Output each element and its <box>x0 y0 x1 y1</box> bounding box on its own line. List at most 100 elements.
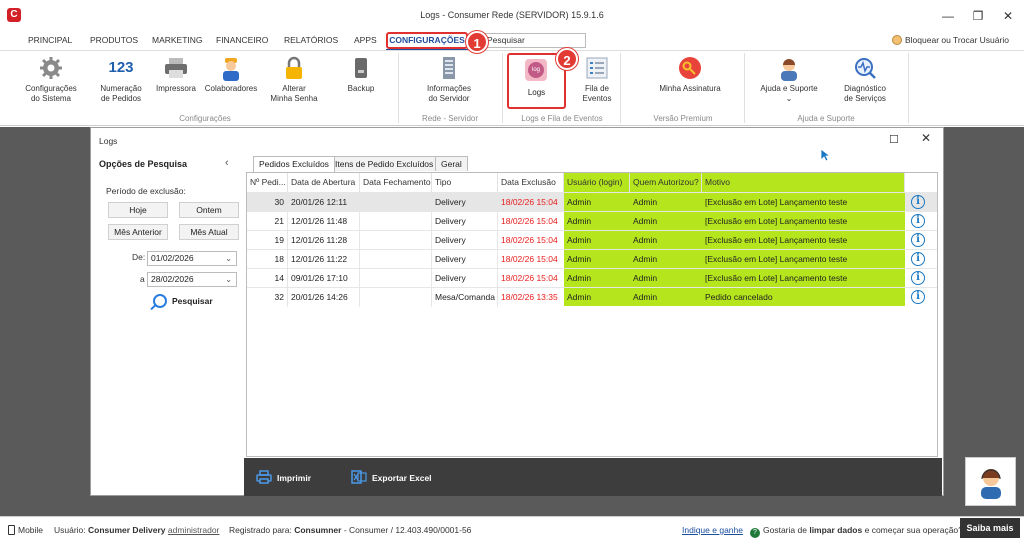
column-header[interactable]: Data de Abertura <box>288 173 360 192</box>
previous-month-button[interactable]: Mês Anterior <box>108 224 168 240</box>
ribbon-alterar-senha[interactable]: Alterar Minha Senha <box>266 55 322 104</box>
ribbon-separator <box>398 53 399 123</box>
tab-itens-pedido-excluidos[interactable]: Itens de Pedido Excluídos <box>329 156 440 171</box>
maximize-button[interactable]: ❐ <box>964 6 992 26</box>
table-cell: Admin <box>567 197 592 207</box>
info-icon[interactable]: i <box>911 214 925 228</box>
to-date-input[interactable]: 28/02/2026 ⌄ <box>147 272 237 287</box>
column-header[interactable]: Data Exclusão <box>498 173 564 192</box>
logs-icon-glyph: log <box>528 62 544 78</box>
info-icon[interactable]: i <box>911 195 925 209</box>
user-role[interactable]: administrador <box>168 525 220 535</box>
table-cell: 18/02/26 15:04 <box>501 273 558 283</box>
table-cell: 20/01/26 14:26 <box>288 288 360 307</box>
lock-switch-user-button[interactable]: Bloquear ou Trocar Usuário <box>892 35 1009 45</box>
search-button-label: Pesquisar <box>172 296 213 306</box>
table-row[interactable]: 18 12/01/26 11:22 Delivery 18/02/26 15:04 Ad… <box>247 249 937 269</box>
table-cell: Pedido cancelado <box>705 292 773 302</box>
to-date-value: 28/02/2026 <box>151 274 194 284</box>
from-date-input[interactable]: 01/02/2026 ⌄ <box>147 251 237 266</box>
ribbon-label: Numeração <box>100 84 142 93</box>
ribbon-separator <box>620 53 621 123</box>
column-header[interactable]: Nº Pedi... <box>247 173 288 192</box>
column-header[interactable]: Motivo <box>702 173 905 192</box>
ribbon-label: Ajuda e Suporte <box>760 84 818 93</box>
ribbon-info-servidor[interactable]: Informações do Servidor <box>418 55 480 104</box>
table-cell: Admin <box>633 197 658 207</box>
floating-support-button[interactable] <box>965 457 1016 506</box>
server-icon <box>436 55 462 81</box>
chevron-down-icon: ⌄ <box>225 254 232 263</box>
ribbon-impressora[interactable]: Impressora <box>153 55 199 94</box>
search-input[interactable]: Pesquisar <box>480 33 586 48</box>
ribbon-backup[interactable]: Backup <box>340 55 382 94</box>
logs-maximize-button[interactable]: ☐ <box>889 133 899 146</box>
ribbon-ajuda-suporte[interactable]: Ajuda e Suporte ⌄ <box>756 55 822 104</box>
worker-icon <box>218 55 244 81</box>
menu-marketing[interactable]: MARKETING <box>152 35 203 45</box>
info-icon[interactable]: i <box>911 233 925 247</box>
ribbon-label: Diagnóstico <box>844 84 886 93</box>
printer-icon <box>256 470 272 484</box>
lock-icon <box>281 55 307 81</box>
export-excel-button[interactable]: Exportar Excel <box>351 470 432 484</box>
group-label-rede: Rede - Servidor <box>421 114 479 123</box>
collapse-sidebar-icon[interactable]: ‹ <box>225 157 229 169</box>
yesterday-button[interactable]: Ontem <box>179 202 239 218</box>
info-icon[interactable]: i <box>911 271 925 285</box>
today-button[interactable]: Hoje <box>108 202 168 218</box>
search-options-title: Opções de Pesquisa <box>99 159 188 169</box>
column-header[interactable]: Tipo <box>432 173 498 192</box>
learn-more-button[interactable]: Saiba mais <box>960 518 1020 538</box>
column-header[interactable]: Data Fechamento <box>360 173 432 192</box>
minimize-button[interactable]: — <box>934 6 962 26</box>
ribbon-minha-assinatura[interactable]: Minha Assinatura <box>650 55 730 94</box>
table-cell <box>360 231 432 250</box>
table-cell: 18/02/26 13:35 <box>501 292 558 302</box>
current-month-button[interactable]: Mês Atual <box>179 224 239 240</box>
ribbon-config-sistema[interactable]: Configurações do Sistema <box>20 55 82 104</box>
key-icon <box>677 55 703 81</box>
user-globe-icon <box>892 35 902 45</box>
ribbon-diagnostico[interactable]: Diagnóstico de Serviços <box>835 55 895 104</box>
registered-rest: - Consumer / 12.403.490/0001-56 <box>343 525 472 535</box>
column-header[interactable]: Quem Autorizou? <box>630 173 702 192</box>
info-icon[interactable]: i <box>911 290 925 304</box>
table-row[interactable]: 21 12/01/26 11:48 Delivery 18/02/26 15:04 Ad… <box>247 211 937 231</box>
table-row[interactable]: 14 09/01/26 17:10 Delivery 18/02/26 15:04 Ad… <box>247 268 937 288</box>
ribbon-numeracao[interactable]: 123 Numeração de Pedidos <box>96 55 146 104</box>
table-cell: 20/01/26 12:11 <box>288 193 360 212</box>
search-icon <box>153 294 167 308</box>
table-cell: Admin <box>633 216 658 226</box>
help-icon: ? <box>750 528 760 538</box>
referral-link[interactable]: Indique e ganhe <box>682 525 743 535</box>
menu-principal[interactable]: PRINCIPAL <box>28 35 72 45</box>
ribbon-colaboradores[interactable]: Colaboradores <box>203 55 259 94</box>
mobile-icon <box>8 525 15 535</box>
logs-window-title: Logs <box>99 136 118 146</box>
menu-apps[interactable]: APPS <box>354 35 377 45</box>
table-row[interactable]: 19 12/01/26 11:28 Delivery 18/02/26 15:04 Ad… <box>247 230 937 250</box>
mobile-status[interactable]: Mobile <box>8 525 43 535</box>
table-row[interactable]: 30 20/01/26 12:11 Delivery 18/02/26 15:04 Ad… <box>247 192 937 212</box>
step-badge-2: 2 <box>556 48 578 70</box>
search-button[interactable]: Pesquisar <box>153 294 213 308</box>
menu-relatorios[interactable]: RELATÓRIOS <box>284 35 338 45</box>
table-cell: 18/02/26 15:04 <box>501 254 558 264</box>
logs-close-button[interactable]: ✕ <box>921 131 931 145</box>
close-button[interactable]: ✕ <box>994 6 1022 26</box>
table-cell: [Exclusão em Lote] Lançamento teste <box>705 216 848 226</box>
tab-pedidos-excluidos[interactable]: Pedidos Excluídos <box>253 156 335 172</box>
menu-produtos[interactable]: PRODUTOS <box>90 35 138 45</box>
menu-configuracoes[interactable]: CONFIGURAÇÕES <box>386 32 468 51</box>
tab-geral[interactable]: Geral <box>435 156 468 171</box>
table-row[interactable]: 32 20/01/26 14:26 Mesa/Comanda 18/02/26 13:… <box>247 287 937 307</box>
to-label: a <box>140 274 145 284</box>
info-icon[interactable]: i <box>911 252 925 266</box>
user-switch-label: Bloquear ou Trocar Usuário <box>905 35 1009 45</box>
menu-financeiro[interactable]: FINANCEIRO <box>216 35 268 45</box>
ribbon-fila-eventos[interactable]: Fila de Eventos <box>578 55 616 104</box>
print-button[interactable]: Imprimir <box>256 470 311 484</box>
ribbon-label: Impressora <box>155 84 196 93</box>
column-header[interactable]: Usuário (login) <box>564 173 630 192</box>
